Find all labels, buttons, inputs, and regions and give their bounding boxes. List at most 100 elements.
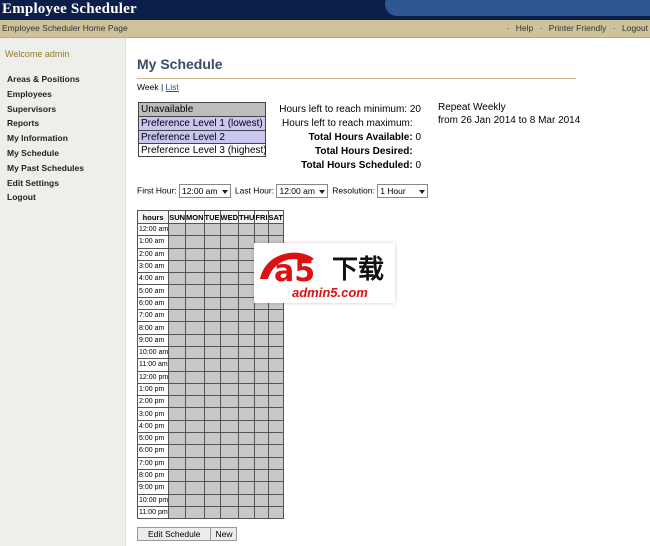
resolution-select[interactable]: 1 Hour xyxy=(377,184,429,198)
schedule-cell[interactable] xyxy=(168,395,187,409)
sidebar-item-my-past-schedules[interactable]: My Past Schedules xyxy=(7,161,84,176)
schedule-cell[interactable] xyxy=(254,493,269,507)
schedule-cell[interactable] xyxy=(254,382,269,397)
schedule-cell[interactable] xyxy=(185,296,205,311)
schedule-cell[interactable] xyxy=(254,395,269,409)
schedule-cell[interactable] xyxy=(254,419,269,434)
schedule-cell[interactable] xyxy=(267,493,285,507)
schedule-cell[interactable] xyxy=(168,247,187,261)
schedule-cell[interactable] xyxy=(185,481,205,495)
schedule-cell[interactable] xyxy=(168,432,187,446)
schedule-cell[interactable] xyxy=(219,395,240,409)
schedule-cell[interactable] xyxy=(168,456,187,470)
schedule-cell[interactable] xyxy=(203,247,221,261)
schedule-cell[interactable] xyxy=(238,358,256,372)
schedule-cell[interactable] xyxy=(219,309,240,323)
schedule-cell[interactable] xyxy=(238,493,256,507)
schedule-cell[interactable] xyxy=(185,395,205,409)
schedule-cell[interactable] xyxy=(219,235,240,249)
schedule-cell[interactable] xyxy=(203,345,221,360)
new-button[interactable]: New xyxy=(210,527,238,541)
schedule-cell[interactable] xyxy=(168,370,187,384)
schedule-cell[interactable] xyxy=(267,395,285,409)
schedule-cell[interactable] xyxy=(267,468,285,483)
schedule-cell[interactable] xyxy=(238,345,256,360)
schedule-cell[interactable] xyxy=(168,481,187,495)
schedule-cell[interactable] xyxy=(219,272,240,286)
schedule-cell[interactable] xyxy=(238,395,256,409)
schedule-cell[interactable] xyxy=(219,345,240,360)
schedule-cell[interactable] xyxy=(254,505,269,520)
schedule-cell[interactable] xyxy=(238,222,256,237)
schedule-cell[interactable] xyxy=(238,333,256,347)
schedule-cell[interactable] xyxy=(254,407,269,421)
schedule-cell[interactable] xyxy=(168,222,187,237)
schedule-cell[interactable] xyxy=(185,370,205,384)
schedule-cell[interactable] xyxy=(185,247,205,261)
schedule-cell[interactable] xyxy=(267,505,285,520)
schedule-cell[interactable] xyxy=(168,407,187,421)
schedule-cell[interactable] xyxy=(238,407,256,421)
schedule-cell[interactable] xyxy=(219,284,240,298)
schedule-cell[interactable] xyxy=(254,345,269,360)
schedule-cell[interactable] xyxy=(168,468,187,483)
schedule-cell[interactable] xyxy=(267,444,285,458)
schedule-cell[interactable] xyxy=(267,358,285,372)
schedule-cell[interactable] xyxy=(185,432,205,446)
schedule-cell[interactable] xyxy=(238,481,256,495)
schedule-cell[interactable] xyxy=(185,309,205,323)
schedule-cell[interactable] xyxy=(185,321,205,335)
sidebar-item-supervisors[interactable]: Supervisors xyxy=(7,102,84,117)
schedule-cell[interactable] xyxy=(168,345,187,360)
schedule-cell[interactable] xyxy=(219,296,240,311)
schedule-cell[interactable] xyxy=(254,309,269,323)
schedule-cell[interactable] xyxy=(203,456,221,470)
schedule-cell[interactable] xyxy=(185,456,205,470)
schedule-cell[interactable] xyxy=(219,481,240,495)
schedule-cell[interactable] xyxy=(203,419,221,434)
help-link[interactable]: · Help xyxy=(507,23,534,33)
schedule-cell[interactable] xyxy=(219,419,240,434)
schedule-cell[interactable] xyxy=(254,432,269,446)
schedule-cell[interactable] xyxy=(203,235,221,249)
schedule-cell[interactable] xyxy=(254,481,269,495)
schedule-cell[interactable] xyxy=(203,444,221,458)
schedule-cell[interactable] xyxy=(238,272,256,286)
schedule-cell[interactable] xyxy=(219,382,240,397)
schedule-cell[interactable] xyxy=(203,284,221,298)
schedule-cell[interactable] xyxy=(267,309,285,323)
schedule-cell[interactable] xyxy=(185,235,205,249)
schedule-cell[interactable] xyxy=(238,321,256,335)
schedule-cell[interactable] xyxy=(254,321,269,335)
schedule-cell[interactable] xyxy=(267,345,285,360)
schedule-cell[interactable] xyxy=(238,309,256,323)
schedule-cell[interactable] xyxy=(219,456,240,470)
schedule-cell[interactable] xyxy=(238,284,256,298)
schedule-cell[interactable] xyxy=(203,321,221,335)
schedule-cell[interactable] xyxy=(185,272,205,286)
schedule-cell[interactable] xyxy=(203,407,221,421)
schedule-cell[interactable] xyxy=(267,382,285,397)
schedule-cell[interactable] xyxy=(203,358,221,372)
schedule-cell[interactable] xyxy=(168,419,187,434)
schedule-cell[interactable] xyxy=(185,382,205,397)
schedule-cell[interactable] xyxy=(185,444,205,458)
schedule-cell[interactable] xyxy=(219,370,240,384)
schedule-cell[interactable] xyxy=(238,259,256,274)
schedule-cell[interactable] xyxy=(168,493,187,507)
schedule-cell[interactable] xyxy=(168,259,187,274)
schedule-cell[interactable] xyxy=(168,284,187,298)
schedule-cell[interactable] xyxy=(219,358,240,372)
schedule-cell[interactable] xyxy=(267,419,285,434)
schedule-cell[interactable] xyxy=(219,468,240,483)
schedule-cell[interactable] xyxy=(219,505,240,520)
schedule-cell[interactable] xyxy=(254,456,269,470)
schedule-cell[interactable] xyxy=(185,333,205,347)
schedule-cell[interactable] xyxy=(219,493,240,507)
schedule-cell[interactable] xyxy=(267,432,285,446)
schedule-cell[interactable] xyxy=(203,468,221,483)
schedule-cell[interactable] xyxy=(168,333,187,347)
schedule-cell[interactable] xyxy=(254,370,269,384)
schedule-cell[interactable] xyxy=(267,456,285,470)
sidebar-item-logout[interactable]: Logout xyxy=(7,190,84,205)
